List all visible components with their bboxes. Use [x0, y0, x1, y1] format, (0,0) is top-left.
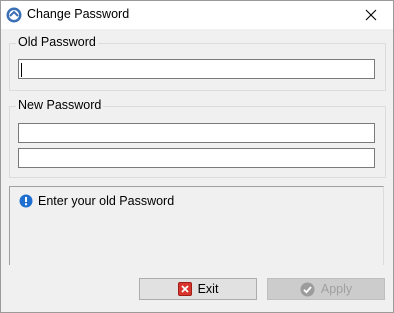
info-icon [19, 194, 33, 208]
new-password-field[interactable] [18, 123, 375, 143]
checkmark-icon [300, 282, 315, 296]
close-icon [365, 9, 377, 21]
apply-button[interactable]: Apply [267, 278, 385, 300]
title-bar: Change Password [1, 1, 393, 29]
new-password-label: New Password [16, 98, 104, 112]
app-icon [6, 7, 22, 23]
change-password-dialog: Change Password Old Password New Passwor… [0, 0, 394, 313]
close-button[interactable] [349, 1, 393, 29]
exit-icon [177, 282, 192, 296]
apply-button-label: Apply [320, 282, 353, 296]
confirm-password-field[interactable] [18, 148, 375, 168]
exit-button-label: Exit [197, 282, 219, 296]
text-caret [21, 63, 22, 77]
exit-button[interactable]: Exit [139, 278, 257, 300]
old-password-field[interactable] [18, 59, 375, 79]
message-panel: Enter your old Password [9, 186, 384, 265]
message-text: Enter your old Password [38, 194, 175, 208]
old-password-label: Old Password [16, 35, 98, 49]
window-title: Change Password [27, 7, 130, 21]
